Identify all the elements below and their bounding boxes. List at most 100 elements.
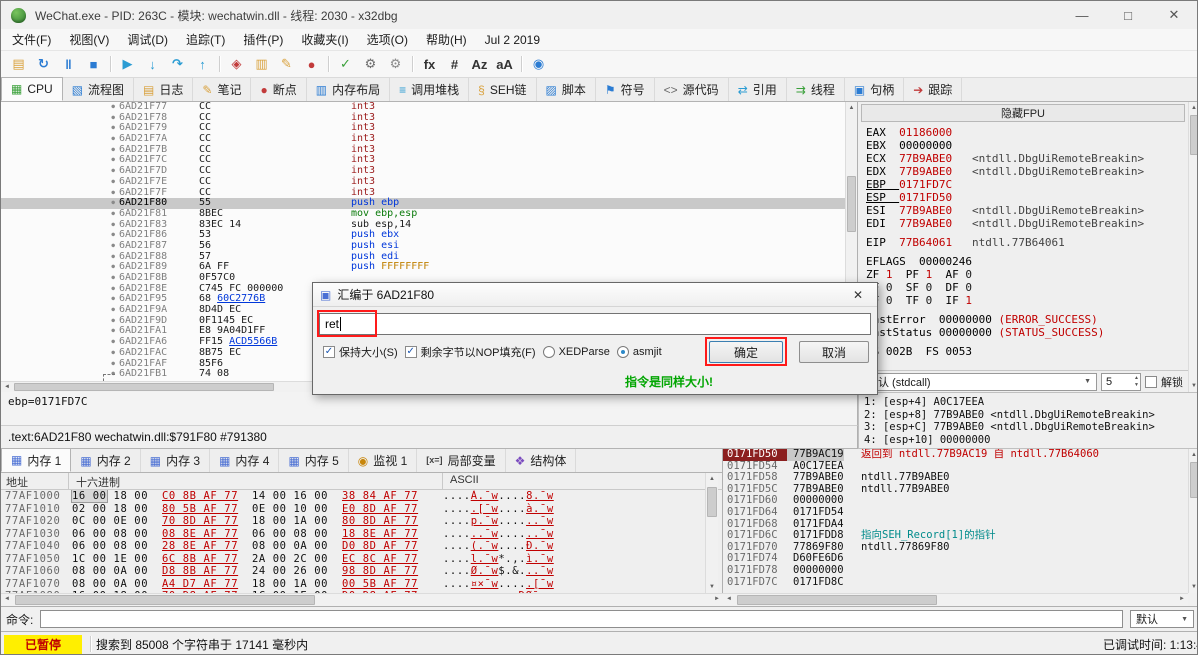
menu-item-视图[interactable]: 视图(V): [60, 31, 118, 48]
scroll-right-icon[interactable]: ►: [711, 594, 723, 606]
tab-locals[interactable]: [x=]局部变量: [417, 449, 505, 472]
scroll-thumb[interactable]: [15, 595, 315, 605]
register-row[interactable]: EDI 77B9ABE0 <ntdll.DbgUiRemoteBreakin>: [866, 217, 1188, 230]
register-row[interactable]: LastError 00000000 (ERROR_SUCCESS): [866, 313, 1188, 326]
run-icon[interactable]: ▶: [116, 53, 139, 75]
open-file-icon[interactable]: ▤: [7, 53, 30, 75]
register-row[interactable]: LastStatus 00000000 (STATUS_SUCCESS): [866, 326, 1188, 339]
unlock-checkbox[interactable]: 解锁: [1145, 374, 1185, 390]
tab-dump-2[interactable]: ▦内存 2: [71, 449, 140, 472]
menu-item-追踪[interactable]: 追踪(T): [177, 31, 234, 48]
tab-dump-1[interactable]: ▦内存 1: [1, 448, 71, 472]
scroll-left-icon[interactable]: ◄: [1, 594, 13, 606]
tab-threads[interactable]: ⇉线程: [787, 78, 845, 101]
stop-icon[interactable]: ■: [82, 53, 105, 75]
tab-dump-3[interactable]: ▦内存 3: [141, 449, 210, 472]
argument-row[interactable]: 3: [esp+C] 77B9ABE0 <ntdll.DbgUiRemoteBr…: [864, 421, 1194, 434]
stack-row[interactable]: 0171FD5077B9AC19: [723, 449, 856, 461]
checkbox-checked-icon[interactable]: ✓: [405, 346, 417, 358]
stack-row[interactable]: 0171FD7C0171FD8C: [723, 577, 856, 589]
tab-dump-5[interactable]: ▦内存 5: [279, 449, 348, 472]
dialog-close-button[interactable]: ✕: [846, 285, 870, 304]
menu-item-选项[interactable]: 选项(O): [358, 31, 417, 48]
close-button[interactable]: ✕: [1151, 1, 1197, 29]
settings-icon[interactable]: ⚙: [359, 53, 382, 75]
stack-horizontal-scrollbar[interactable]: ◄ ►: [723, 593, 1188, 606]
tab-graph[interactable]: ▧流程图: [63, 78, 134, 101]
memory-row[interactable]: 77AF106008 00 0A 00 D8 8B AF 77 24 00 26…: [1, 565, 722, 578]
register-row[interactable]: EBP 0171FD7C: [866, 178, 1188, 191]
tab-trace[interactable]: ➔跟踪: [904, 78, 962, 101]
checkbox-checked-icon[interactable]: ✓: [323, 346, 335, 358]
tab-seh[interactable]: §SEH链: [469, 78, 536, 101]
argument-count-spinner[interactable]: 5 ▲▼: [1101, 373, 1141, 391]
memory-row[interactable]: 77AF10200C 00 0E 00 70 8D AF 77 18 00 1A…: [1, 515, 722, 528]
calling-convention-dropdown[interactable]: 默认 (stdcall) ▼: [861, 373, 1097, 391]
command-scope-dropdown[interactable]: 默认 ▼: [1130, 610, 1194, 628]
register-row[interactable]: ESP 0171FD50: [866, 191, 1188, 204]
scroll-thumb[interactable]: [707, 487, 717, 517]
disasm-row[interactable]: ●6AD21F7ECCint3: [1, 177, 857, 188]
pause-icon[interactable]: ‖: [57, 53, 80, 75]
scroll-thumb[interactable]: [14, 383, 274, 391]
register-row[interactable]: OF 0 SF 0 DF 0: [866, 281, 1188, 294]
register-row[interactable]: EBX 00000000: [866, 139, 1188, 152]
register-row[interactable]: ESI 77B9ABE0 <ntdll.DbgUiRemoteBreakin>: [866, 204, 1188, 217]
asmjit-radio[interactable]: asmjit: [617, 346, 662, 358]
tab-call-stack[interactable]: ≡调用堆栈: [390, 78, 469, 101]
tab-handles[interactable]: ▣句柄: [845, 78, 904, 101]
column-header-address[interactable]: 地址: [1, 473, 69, 489]
stack-row[interactable]: 0171FD7800000000: [723, 565, 856, 577]
stack-view[interactable]: 0171FD5077B9AC190171FD54A0C17EEA0171FD58…: [723, 449, 856, 595]
tab-log[interactable]: ▤日志: [134, 78, 193, 101]
hash-icon[interactable]: #: [443, 53, 466, 75]
step-out-icon[interactable]: ↑: [191, 53, 214, 75]
register-row[interactable]: ECX 77B9ABE0 <ntdll.DbgUiRemoteBreakin>: [866, 152, 1188, 165]
step-into-icon[interactable]: ↓: [141, 53, 164, 75]
menu-item-帮助[interactable]: 帮助(H): [417, 31, 476, 48]
scroll-up-icon[interactable]: ▲: [706, 473, 718, 485]
tab-symbols[interactable]: ⚑符号: [596, 78, 655, 101]
keep-size-checkbox[interactable]: ✓ 保持大小(S): [323, 344, 398, 360]
scroll-up-icon[interactable]: ▲: [1189, 449, 1198, 461]
hide-fpu-button[interactable]: 隐藏FPU: [861, 104, 1185, 122]
registers-body[interactable]: EAX 01186000EBX 00000000ECX 77B9ABE0 <nt…: [858, 124, 1188, 358]
radio-unselected-icon[interactable]: [543, 346, 555, 358]
register-row[interactable]: CF 0 TF 0 IF 1: [866, 294, 1188, 307]
menu-item-文件[interactable]: 文件(F): [3, 31, 60, 48]
tab-watch-1[interactable]: ◉监视 1: [349, 449, 418, 472]
notes-icon[interactable]: ✎: [275, 53, 298, 75]
argument-row[interactable]: 1: [esp+4] A0C17EEA: [864, 396, 1194, 409]
dump-vertical-scrollbar[interactable]: ▲ ▼: [705, 473, 718, 593]
menu-item-调试[interactable]: 调试(D): [118, 31, 177, 48]
breakpoint-icon[interactable]: ●: [300, 53, 323, 75]
fx-icon[interactable]: fx: [418, 53, 441, 75]
dump-horizontal-scrollbar[interactable]: ◄ ►: [1, 593, 723, 606]
checkbox-icon[interactable]: [1145, 376, 1157, 388]
stack-row[interactable]: 0171FD6C0171FDD8: [723, 530, 856, 542]
memory-row[interactable]: 77AF10501C 00 1E 00 6C 8B AF 77 2A 00 2C…: [1, 553, 722, 566]
xedparse-radio[interactable]: XEDParse: [543, 346, 610, 358]
argument-row[interactable]: 2: [esp+8] 77B9ABE0 <ntdll.DbgUiRemoteBr…: [864, 409, 1194, 422]
scroll-thumb[interactable]: [847, 176, 856, 232]
command-input[interactable]: [40, 610, 1123, 628]
strings-icon[interactable]: Az: [468, 53, 491, 75]
column-header-ascii[interactable]: ASCII: [443, 473, 722, 489]
memory-row[interactable]: 77AF107008 00 0A 00 A4 D7 AF 77 18 00 1A…: [1, 578, 722, 591]
memory-row[interactable]: 77AF103006 00 08 00 08 8E AF 77 06 00 08…: [1, 528, 722, 541]
radio-selected-icon[interactable]: [617, 346, 629, 358]
tab-memory-map[interactable]: ▥内存布局: [307, 78, 390, 101]
maximize-button[interactable]: □: [1105, 1, 1151, 29]
tab-breakpoints[interactable]: ●断点: [251, 78, 306, 101]
step-over-icon[interactable]: ↷: [166, 53, 189, 75]
register-row[interactable]: ZF 1 PF 1 AF 0: [866, 268, 1188, 281]
memory-row[interactable]: 77AF104006 00 08 00 28 8E AF 77 08 00 0A…: [1, 540, 722, 553]
column-header-hex[interactable]: 十六进制: [69, 473, 443, 489]
register-row[interactable]: EDX 77B9ABE0 <ntdll.DbgUiRemoteBreakin>: [866, 165, 1188, 178]
disasm-row[interactable]: ●6AD21F818BECmov ebp,esp: [1, 209, 857, 220]
instruction-input[interactable]: ret: [319, 313, 871, 335]
patches-icon[interactable]: ✓: [334, 53, 357, 75]
scroll-down-icon[interactable]: ▼: [706, 581, 718, 593]
tab-source[interactable]: <>源代码: [655, 78, 729, 101]
registers-vertical-scrollbar[interactable]: ▲ ▼: [1188, 102, 1198, 392]
